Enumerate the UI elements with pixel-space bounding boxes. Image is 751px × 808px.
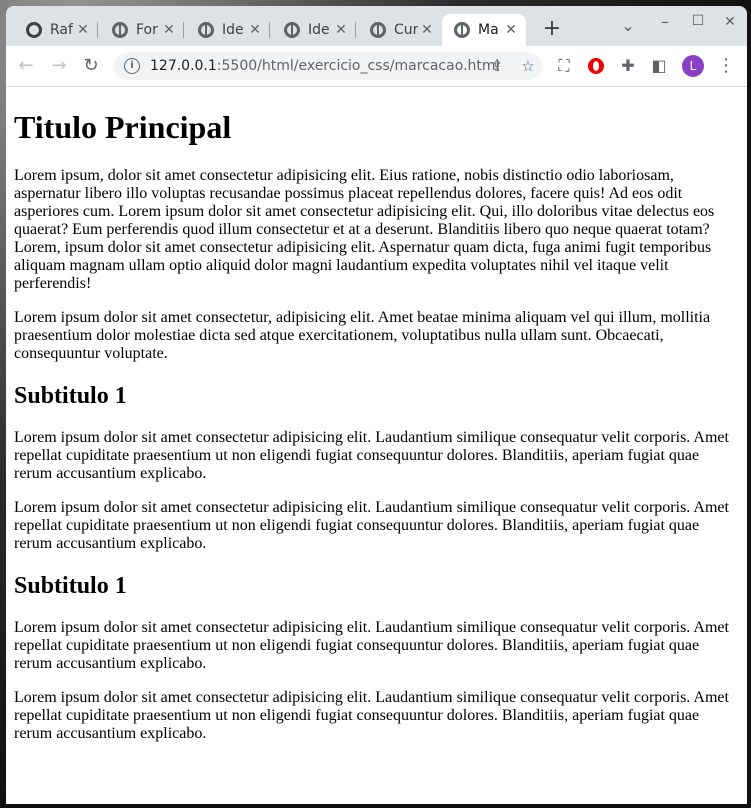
tab-title: Ide [308, 22, 330, 38]
section-heading: Subtitulo 1 [14, 573, 127, 599]
section-heading: Subtitulo 1 [14, 383, 127, 409]
minimize-icon[interactable]: – [653, 12, 677, 31]
extensions-puzzle-icon[interactable]: ✚ [616, 54, 640, 78]
tab-3[interactable]: Ide ✕ [186, 14, 270, 46]
intro-paragraph: Lorem ipsum dolor sit amet consectetur, … [14, 309, 711, 362]
globe-icon [370, 22, 386, 38]
tab-close-icon[interactable]: ✕ [332, 22, 350, 38]
tab-close-icon[interactable]: ✕ [246, 22, 264, 38]
tab-separator [183, 22, 184, 38]
tab-separator [269, 22, 270, 38]
address-bar[interactable]: i 127.0.0.1:5500/html/exercicio_css/marc… [114, 52, 542, 80]
browser-toolbar: ← → ↻ i 127.0.0.1:5500/html/exercicio_cs… [6, 46, 747, 87]
bookmark-star-icon[interactable]: ☆ [517, 55, 539, 77]
tab-title: For [136, 22, 158, 38]
intro-paragraph: Lorem ipsum, dolor sit amet consectetur … [14, 167, 715, 292]
tab-close-icon[interactable]: ✕ [418, 22, 436, 38]
opera-extension-icon[interactable] [588, 58, 604, 74]
tab-title: Cur [394, 22, 418, 38]
tab-close-icon[interactable]: ✕ [160, 22, 178, 38]
github-icon [26, 22, 42, 38]
url-text[interactable]: 127.0.0.1:5500/html/exercicio_css/marcac… [150, 58, 499, 74]
tab-5[interactable]: Cur ✕ [358, 14, 442, 46]
section-paragraph: Lorem ipsum dolor sit amet consectetur a… [14, 619, 729, 672]
globe-icon [454, 22, 470, 38]
forward-arrow-icon[interactable]: → [47, 54, 71, 78]
section-paragraph: Lorem ipsum dolor sit amet consectetur a… [14, 499, 729, 552]
site-info-icon[interactable]: i [124, 58, 140, 74]
page-content: Titulo Principal Lorem ipsum, dolor sit … [6, 108, 747, 743]
url-host: 127.0.0.1 [150, 58, 217, 74]
tab-6-active[interactable]: Ma ✕ [442, 14, 526, 46]
page-viewport: Titulo Principal Lorem ipsum, dolor sit … [6, 87, 747, 804]
screen-capture-icon[interactable]: ⛶ [552, 54, 576, 78]
tab-separator [355, 22, 356, 38]
tab-close-icon[interactable]: ✕ [74, 22, 92, 38]
back-arrow-icon[interactable]: ← [14, 54, 38, 78]
globe-icon [284, 22, 300, 38]
tab-separator [97, 22, 98, 38]
url-path: :5500/html/exercicio_css/marcacao.html [216, 58, 500, 74]
tab-2[interactable]: For ✕ [100, 14, 184, 46]
maximize-icon[interactable]: ☐ [686, 13, 710, 29]
browser-window: Raf ✕ For ✕ Ide ✕ Ide ✕ Cur ✕ Ma ✕ + ⌄ –… [6, 6, 747, 804]
tab-title: Ide [222, 22, 244, 38]
side-panel-icon[interactable]: ◧ [647, 54, 671, 78]
new-tab-button[interactable]: + [540, 18, 564, 40]
share-icon[interactable]: ⇪ [486, 55, 508, 77]
tab-1[interactable]: Raf ✕ [14, 14, 98, 46]
tab-strip: Raf ✕ For ✕ Ide ✕ Ide ✕ Cur ✕ Ma ✕ + ⌄ –… [6, 6, 747, 46]
tab-search-chevron-icon[interactable]: ⌄ [616, 16, 640, 35]
globe-icon [112, 22, 128, 38]
profile-avatar[interactable]: L [682, 55, 704, 77]
tab-title: Raf [50, 22, 73, 38]
section-paragraph: Lorem ipsum dolor sit amet consectetur a… [14, 429, 729, 482]
close-window-icon[interactable]: ✕ [718, 14, 742, 30]
page-title: Titulo Principal [14, 109, 232, 145]
globe-icon [198, 22, 214, 38]
tab-title: Ma [478, 22, 499, 38]
section-paragraph: Lorem ipsum dolor sit amet consectetur a… [14, 689, 729, 742]
reload-icon[interactable]: ↻ [79, 54, 103, 78]
tab-4[interactable]: Ide ✕ [272, 14, 356, 46]
tab-close-icon[interactable]: ✕ [502, 22, 520, 38]
menu-kebab-icon[interactable]: ⋮ [714, 54, 738, 78]
